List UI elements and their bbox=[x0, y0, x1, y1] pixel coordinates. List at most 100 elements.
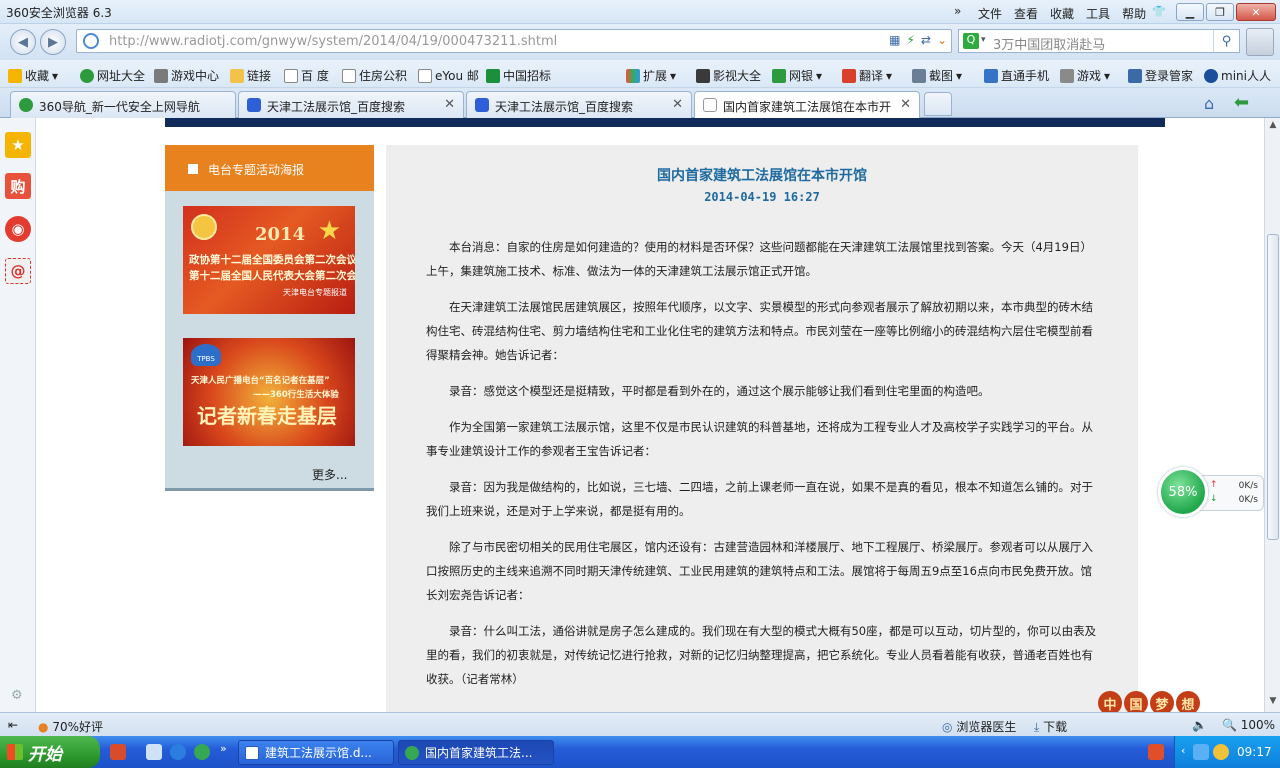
network-icon[interactable] bbox=[1193, 744, 1209, 760]
bookmark-china-tender[interactable]: 中国招标 bbox=[486, 67, 551, 84]
menu-view[interactable]: 查看 bbox=[1008, 3, 1044, 24]
vertical-scrollbar[interactable]: ▲ ▼ bbox=[1264, 118, 1280, 712]
back-button[interactable]: ◀ bbox=[10, 29, 36, 55]
document-icon bbox=[245, 746, 259, 760]
menu-favorites[interactable]: 收藏 bbox=[1044, 3, 1080, 24]
bookmark-links[interactable]: 链接 bbox=[230, 67, 271, 84]
toolbar-login-manager[interactable]: 登录管家 bbox=[1128, 67, 1193, 84]
baidu-paw-icon bbox=[247, 98, 261, 112]
article-date: 2014-04-19 16:27 bbox=[704, 190, 820, 204]
quicklaunch-icon[interactable] bbox=[110, 744, 126, 760]
rating-status[interactable]: ● 70%好评 bbox=[38, 718, 103, 735]
search-engine-icon[interactable]: Q bbox=[963, 33, 979, 49]
browser-doctor[interactable]: ◎ 浏览器医生 bbox=[942, 718, 1016, 735]
weibo-icon[interactable]: ◉ bbox=[5, 216, 31, 242]
tpbs-logo: TPBS bbox=[191, 344, 221, 366]
sogou-input-icon[interactable] bbox=[1148, 744, 1164, 760]
poster-caption: 天津电台专题报道 bbox=[283, 288, 347, 297]
scrollbar-thumb[interactable] bbox=[1267, 234, 1279, 540]
gamepad-icon bbox=[1060, 68, 1074, 83]
start-button[interactable]: 开始 bbox=[0, 736, 100, 768]
article-paragraph: 录音：什么叫工法，通俗讲就是房子怎么建成的。我们现在有大型的模式大概有50座，都… bbox=[426, 624, 1097, 686]
settings-gear-icon[interactable]: ⚙ bbox=[11, 688, 23, 703]
menu-tools[interactable]: 工具 bbox=[1080, 3, 1116, 24]
poster-line: 政协第十二届全国委员会第二次会议 bbox=[189, 254, 355, 266]
user-avatar[interactable] bbox=[1246, 28, 1274, 56]
new-tab-button[interactable] bbox=[924, 92, 952, 116]
page-header-strip bbox=[165, 118, 1165, 127]
network-speed-widget[interactable]: ↑ ↓ 0K/s 0K/s 58% bbox=[1158, 467, 1266, 517]
refresh-icon[interactable]: ⇄ bbox=[921, 33, 931, 47]
toolbar-screenshot[interactable]: 截图 ▾ bbox=[912, 67, 962, 84]
zoom-level[interactable]: 🔍 100% bbox=[1222, 718, 1275, 732]
undo-close-icon[interactable]: ⬅ bbox=[1234, 92, 1249, 113]
poster-npc-cppcc[interactable]: ★ 2014 政协第十二届全国委员会第二次会议 第十二届全国人民代表大会第二次会… bbox=[183, 206, 355, 314]
scroll-down-icon[interactable]: ▼ bbox=[1266, 696, 1280, 710]
scroll-up-icon[interactable]: ▲ bbox=[1266, 120, 1280, 134]
engine-dropdown-icon[interactable]: ▾ bbox=[981, 35, 986, 45]
site-directory-icon bbox=[80, 68, 94, 83]
menu-file[interactable]: 文件 bbox=[972, 3, 1008, 24]
toolbar-phone[interactable]: 直通手机 bbox=[984, 67, 1049, 84]
downloads-button[interactable]: ⤓ 下载 bbox=[1034, 718, 1067, 735]
more-link[interactable]: 更多... bbox=[312, 466, 347, 483]
speed-mode-icon[interactable]: ⚡ bbox=[906, 33, 914, 47]
search-button[interactable]: ⚲ bbox=[1213, 30, 1239, 52]
url-field[interactable]: http://www.radiotj.com/gnwyw/system/2014… bbox=[76, 29, 952, 53]
minimize-button[interactable]: ▁ bbox=[1176, 3, 1204, 21]
memory-usage-ball[interactable]: 58% bbox=[1158, 467, 1208, 517]
dropdown-icon[interactable]: ⌄ bbox=[937, 33, 947, 47]
tab-bar: 360导航_新一代安全上网导航 天津工法展示馆_百度搜索 ✕ 天津工法展示馆_百… bbox=[0, 88, 1280, 119]
home-icon[interactable]: ⌂ bbox=[1204, 94, 1214, 113]
skin-icon[interactable]: 👕 bbox=[1152, 5, 1166, 18]
sidebar-toggle-icon[interactable]: ⇤ bbox=[8, 718, 18, 732]
toolbar-video[interactable]: 影视大全 bbox=[696, 67, 761, 84]
close-button[interactable]: ✕ bbox=[1236, 3, 1276, 21]
maximize-button[interactable]: ❐ bbox=[1206, 3, 1234, 21]
shopping-icon[interactable]: 购 bbox=[5, 173, 31, 199]
tab-baidu-search-1[interactable]: 天津工法展示馆_百度搜索 ✕ bbox=[238, 91, 464, 118]
email-icon[interactable]: @ bbox=[5, 258, 31, 284]
search-field[interactable]: Q ▾ 3万中国团取消赴马 ⚲ bbox=[958, 29, 1240, 53]
menu-help[interactable]: 帮助 bbox=[1116, 3, 1152, 24]
taskbar-word-document[interactable]: 建筑工法展示馆.d... bbox=[238, 740, 394, 765]
toolbar-mini-renren[interactable]: mini人人 bbox=[1204, 67, 1271, 84]
favorites-star-icon[interactable]: ★ bbox=[5, 132, 31, 158]
tab-360-nav[interactable]: 360导航_新一代安全上网导航 bbox=[10, 91, 236, 118]
tray-expand-icon[interactable]: ‹ bbox=[1181, 744, 1185, 757]
ie-icon[interactable] bbox=[170, 744, 186, 760]
bookmark-eyou-mail[interactable]: eYou 邮 bbox=[418, 67, 479, 84]
toolbar-translate[interactable]: 翻译 ▾ bbox=[842, 67, 892, 84]
bookmark-baidu[interactable]: 百 度 bbox=[284, 67, 329, 84]
volume-icon[interactable]: 🔈 bbox=[1192, 718, 1207, 732]
window-title: 360安全浏览器 6.3 bbox=[6, 6, 112, 20]
360-icon bbox=[19, 98, 33, 112]
taskbar-browser-window[interactable]: 国内首家建筑工法... bbox=[398, 740, 554, 765]
article-paragraph: 录音：感觉这个模型还是挺精致，平时都是看到外在的，通过这个展示能够让我们看到住宅… bbox=[449, 384, 990, 398]
tab-close-icon[interactable]: ✕ bbox=[900, 97, 911, 112]
poster-reporters-grassroots[interactable]: TPBS 天津人民广播电台“百名记者在基层” ——360行生活大体验 记者新春走… bbox=[183, 338, 355, 446]
bookmark-favorites[interactable]: 收藏 ▾ bbox=[8, 67, 58, 84]
toolbar-games[interactable]: 游戏 ▾ bbox=[1060, 67, 1110, 84]
tab-baidu-search-2[interactable]: 天津工法展示馆_百度搜索 ✕ bbox=[466, 91, 692, 118]
article: 国内首家建筑工法展馆在本市开馆 2014-04-19 16:27 本台消息：自家… bbox=[386, 145, 1138, 712]
tab-close-icon[interactable]: ✕ bbox=[672, 97, 683, 112]
security-icon[interactable] bbox=[1213, 744, 1229, 760]
quicklaunch-desktop-icon[interactable] bbox=[146, 744, 162, 760]
article-paragraph: 在天津建筑工法展馆民居建筑展区，按照年代顺序，以文字、实景模型的形式向参观者展示… bbox=[426, 300, 1093, 362]
bookmark-game-center[interactable]: 游戏中心 bbox=[154, 67, 219, 84]
360-browser-icon[interactable] bbox=[194, 744, 210, 760]
translate-icon bbox=[842, 68, 856, 83]
bookmark-site-directory[interactable]: 网址大全 bbox=[80, 67, 145, 84]
phone-icon bbox=[984, 68, 998, 83]
qr-code-icon[interactable]: ▦ bbox=[889, 33, 900, 47]
toolbar-extensions[interactable]: 扩展 ▾ bbox=[626, 67, 676, 84]
tab-close-icon[interactable]: ✕ bbox=[444, 97, 455, 112]
menu-expand-icon[interactable]: » bbox=[954, 4, 961, 18]
quicklaunch-expand-icon[interactable]: » bbox=[220, 742, 227, 755]
bookmark-housing-fund[interactable]: 住房公积 bbox=[342, 67, 407, 84]
zoom-icon: 🔍 bbox=[1222, 718, 1237, 732]
forward-button[interactable]: ▶ bbox=[40, 29, 66, 55]
toolbar-online-banking[interactable]: 网银 ▾ bbox=[772, 67, 822, 84]
tab-article-active[interactable]: 国内首家建筑工法展馆在本市开 ✕ bbox=[694, 91, 920, 119]
